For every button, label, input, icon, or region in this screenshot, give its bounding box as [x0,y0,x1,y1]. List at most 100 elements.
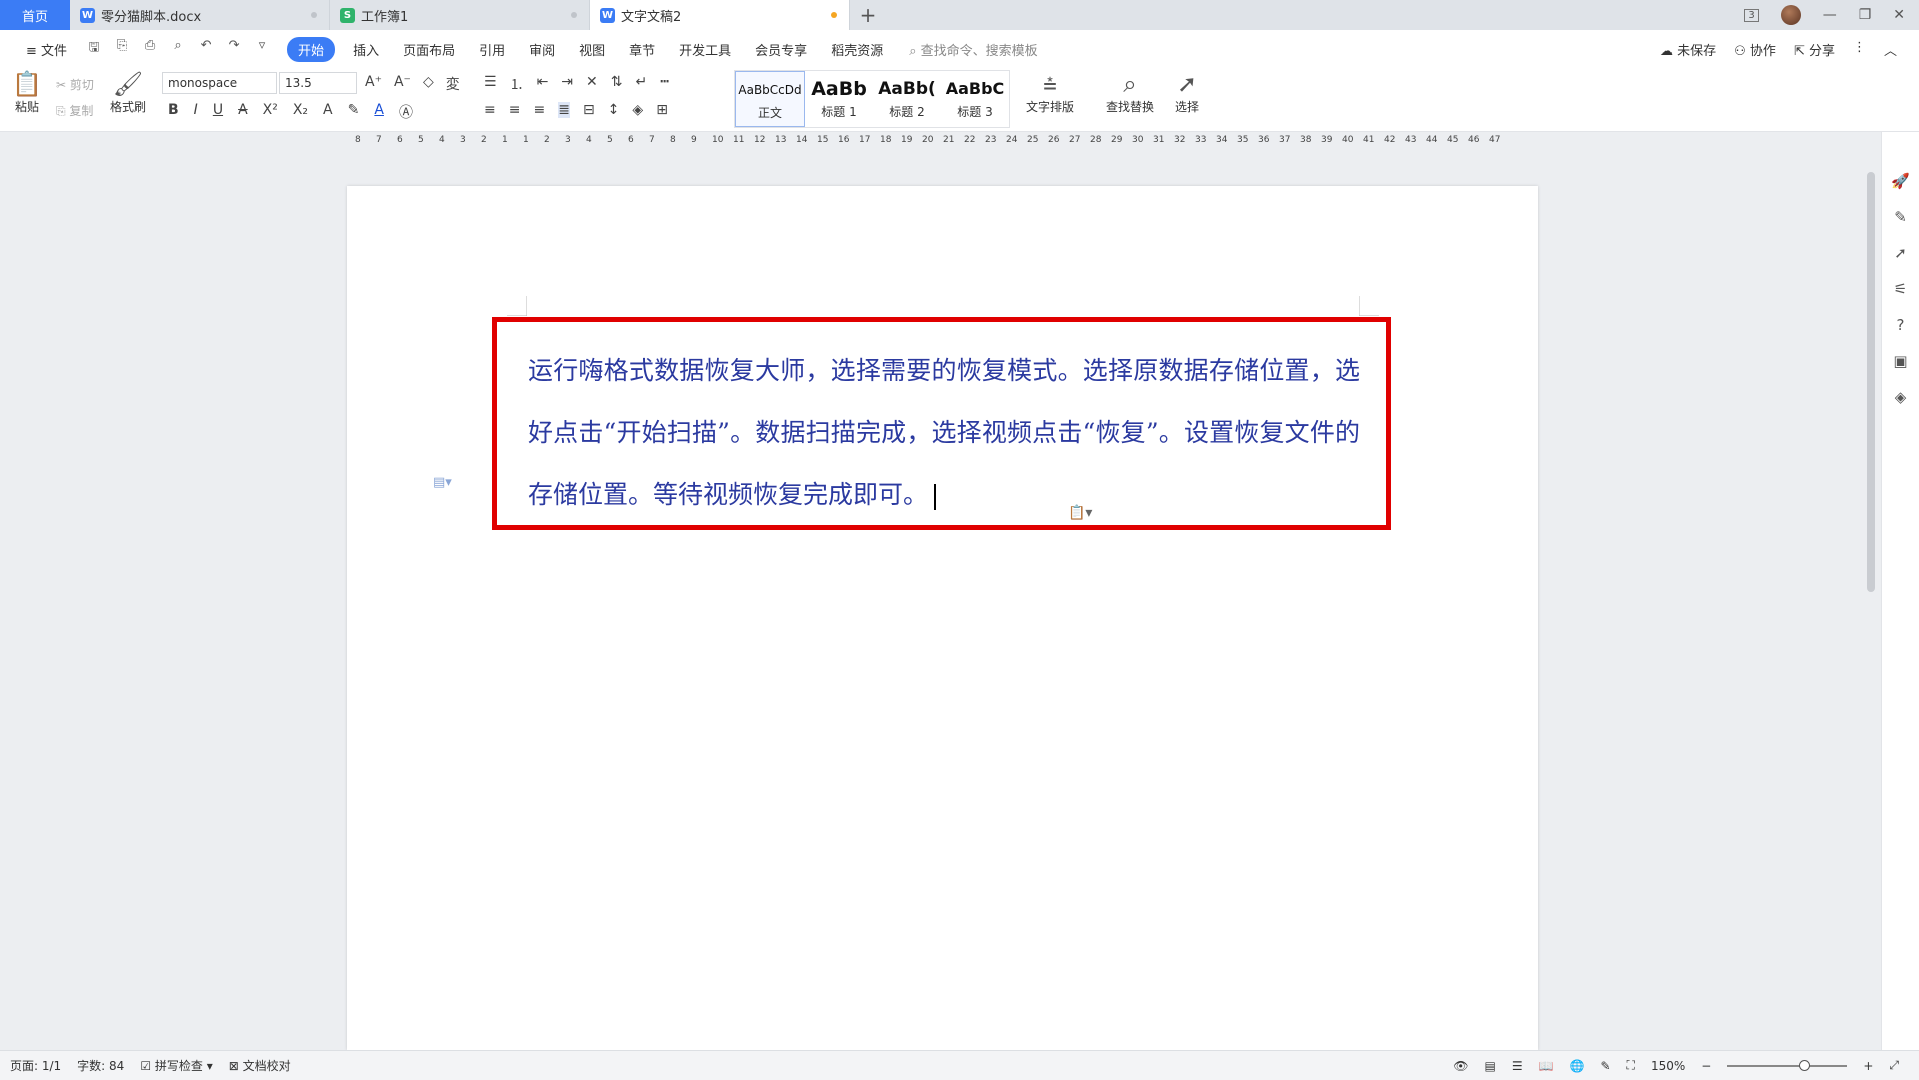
paste-options-icon[interactable]: 📋▾ [1068,505,1092,521]
vertical-ruler[interactable] [0,150,16,1050]
tab-stops-icon[interactable]: ┅ [660,74,668,94]
tab-insert[interactable]: 插入 [341,40,391,59]
underline-icon[interactable]: U [213,102,223,122]
phonetic-icon[interactable]: 変 [446,74,460,94]
tab-start[interactable]: 开始 [287,36,336,62]
document-body-text[interactable]: 运行嗨格式数据恢复大师，选择需要的恢复模式。选择原数据存储位置，选好点击“开始扫… [528,340,1360,526]
style-heading-3[interactable]: AaBbC 标题 3 [941,71,1009,127]
tab-review[interactable]: 审阅 [517,40,567,59]
reading-view-icon[interactable]: 📖 [1539,1059,1554,1073]
align-right-icon[interactable]: ≡ [533,102,545,118]
tab-home[interactable]: 首页 [0,0,70,30]
show-marks-icon[interactable]: ↵ [636,74,648,94]
undo-icon[interactable]: ↶ [197,38,215,60]
word-count[interactable]: 字数: 84 [77,1057,124,1074]
save-icon[interactable]: 🖫 [85,38,103,60]
tab-references[interactable]: 引用 [467,40,517,59]
font-size-select[interactable]: 13.5 [279,72,357,94]
zoom-slider[interactable] [1727,1059,1848,1071]
chinese-layout-icon[interactable]: ✕ [586,74,598,94]
file-menu[interactable]: ≡ 文件 [14,40,79,59]
export-pdf-icon[interactable]: ⎘ [113,38,131,60]
tab-view[interactable]: 视图 [567,40,617,59]
paste-button[interactable]: 📋 粘贴 [12,70,42,115]
char-border-icon[interactable]: Ⓐ [399,102,413,122]
tab-developer[interactable]: 开发工具 [667,40,743,59]
select-button[interactable]: ➚ 选择 [1175,70,1199,115]
style-heading-1[interactable]: AaBb 标题 1 [805,71,873,127]
find-replace-button[interactable]: ⌕ 查找替换 [1106,70,1154,115]
close-icon[interactable]: ✕ [1893,7,1905,23]
tab-document-1[interactable]: W 零分猫脚本.docx [70,0,330,30]
superscript-icon[interactable]: X² [263,102,278,122]
zoom-slider-knob[interactable] [1799,1059,1811,1071]
restore-icon[interactable]: ❐ [1859,7,1872,23]
page-view-icon[interactable]: ▤ [1484,1059,1495,1073]
font-name-select[interactable]: monospace [162,72,277,94]
format-painter-button[interactable]: 🖌 格式刷 [110,70,146,115]
shading-icon[interactable]: ◈ [632,102,643,118]
collapse-ribbon-icon[interactable]: ︿ [1884,40,1897,59]
text-layout-button[interactable]: ⩮ 文字排版 [1026,70,1074,115]
redo-icon[interactable]: ↷ [225,38,243,60]
horizontal-ruler[interactable]: 8 7 6 5 4 3 2 1 1 2 3 4 5 6 7 8 9 10 11 12 13 14 15 16 17 18 19 20 2… [0,132,1862,150]
doc-check-button[interactable]: ⊠ 文档校对 [229,1057,291,1074]
copy-button[interactable]: ⎘ 复制 [56,102,93,119]
tab-docer[interactable]: 稻壳资源 [819,40,895,59]
shrink-font-icon[interactable]: A⁻ [394,74,411,94]
more-icon[interactable]: ⋮ [1853,40,1866,59]
print-preview-icon[interactable]: ⌕ [169,38,187,60]
vertical-scrollbar[interactable] [1862,132,1881,1050]
zoom-level[interactable]: 150% [1651,1059,1685,1073]
unsaved-button[interactable]: ☁ 未保存 [1660,40,1716,59]
cursor-icon[interactable]: ➚ [1894,244,1907,262]
tab-chapter[interactable]: 章节 [617,40,667,59]
justify-icon[interactable]: ≣ [558,102,570,118]
font-color-icon[interactable]: A [374,102,384,122]
compass-icon[interactable]: ◈ [1895,388,1907,406]
style-heading-2[interactable]: AaBb( 标题 2 [873,71,941,127]
text-effect-icon[interactable]: A [323,102,333,122]
help-icon[interactable]: ? [1897,316,1905,334]
align-left-icon[interactable]: ≡ [484,102,496,118]
rocket-icon[interactable]: 🚀 [1891,172,1910,190]
increase-indent-icon[interactable]: ⇥ [561,74,573,94]
paragraph-handle-icon[interactable]: ▤▾ [433,475,452,490]
collab-button[interactable]: ⚇ 协作 [1734,40,1776,59]
tab-page-layout[interactable]: 页面布局 [391,40,467,59]
customize-dropdown-icon[interactable]: ▿ [253,38,271,60]
window-count-icon[interactable]: 3 [1744,8,1759,22]
sort-icon[interactable]: ⇅ [611,74,623,94]
zoom-out-icon[interactable]: − [1701,1059,1711,1073]
outline-view-icon[interactable]: ☰ [1512,1059,1523,1073]
bullets-icon[interactable]: ☰ [484,74,497,94]
borders-icon[interactable]: ⊞ [656,102,668,118]
share-button[interactable]: ⇱ 分享 [1794,40,1835,59]
distributed-icon[interactable]: ⊟ [583,102,595,118]
align-center-icon[interactable]: ≡ [509,102,521,118]
grow-font-icon[interactable]: A⁺ [365,74,382,94]
avatar[interactable] [1780,5,1801,25]
tab-close-icon[interactable] [311,12,317,18]
tab-member[interactable]: 会员专享 [743,40,819,59]
strikethrough-icon[interactable]: A [238,102,248,122]
fullscreen-icon[interactable]: ⤢ [1889,1058,1899,1073]
style-normal[interactable]: AaBbCcDd 正文 [735,71,805,127]
print-icon[interactable]: ⎙ [141,38,159,60]
highlight-icon[interactable]: ✎ [348,102,360,122]
minimize-icon[interactable]: — [1823,7,1837,23]
line-spacing-icon[interactable]: ↕ [608,102,620,118]
write-mode-icon[interactable]: ✎ [1600,1059,1610,1073]
decrease-indent-icon[interactable]: ⇤ [537,74,549,94]
web-view-icon[interactable]: 🌐 [1570,1059,1585,1073]
cut-button[interactable]: ✂ 剪切 [56,76,94,93]
fit-page-icon[interactable]: ⛶ [1627,1058,1635,1073]
tab-workbook[interactable]: S 工作簿1 [330,0,590,30]
sliders-icon[interactable]: ⚟ [1894,280,1907,298]
zoom-in-icon[interactable]: + [1863,1059,1873,1073]
tab-close-icon[interactable] [571,12,577,18]
bold-icon[interactable]: B [168,102,179,122]
subscript-icon[interactable]: X₂ [293,102,308,122]
eye-protection-icon[interactable]: 👁 [1453,1059,1468,1073]
italic-icon[interactable]: I [194,102,198,122]
